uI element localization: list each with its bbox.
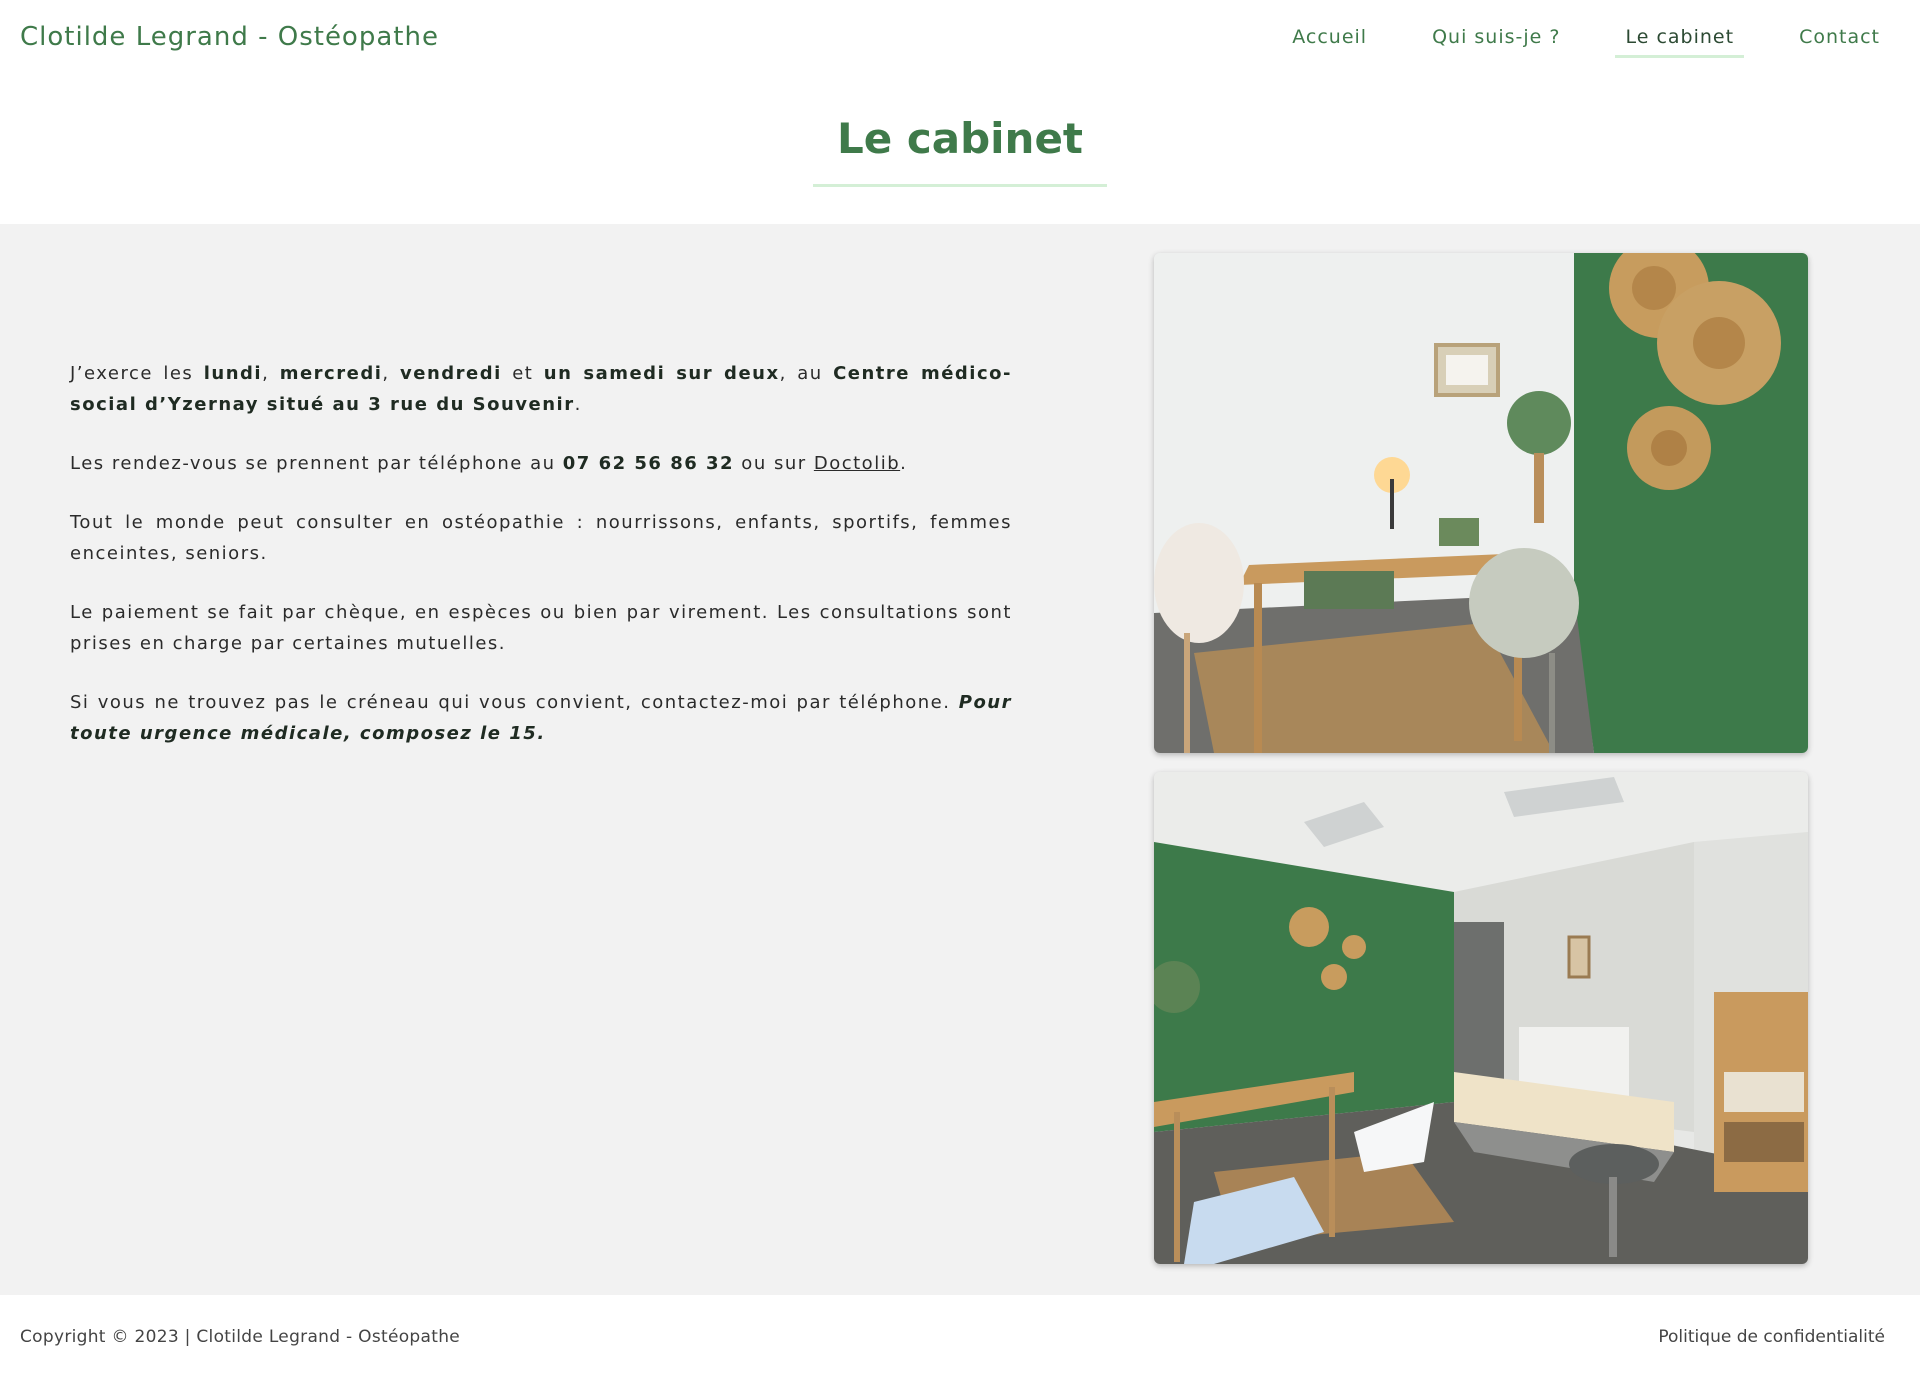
nav-accueil[interactable]: Accueil	[1282, 26, 1377, 58]
nav-contact[interactable]: Contact	[1789, 26, 1890, 58]
nav-le-cabinet[interactable]: Le cabinet	[1615, 26, 1744, 58]
cabinet-section: J’exerce les lundi, mercredi, vendredi e…	[0, 224, 1920, 1295]
site-header: Clotilde Legrand - Ostéopathe Accueil Qu…	[0, 0, 1920, 78]
privacy-policy-link[interactable]: Politique de confidentialité	[1658, 1327, 1885, 1347]
page-title: Le cabinet	[836, 114, 1084, 163]
cabinet-photo-desk	[1154, 253, 1808, 753]
cabinet-photo-room	[1154, 772, 1808, 1264]
cabinet-text: J’exerce les lundi, mercredi, vendredi e…	[70, 358, 1012, 777]
payment-paragraph: Le paiement se fait par chèque, en espèc…	[70, 602, 1012, 654]
patients-paragraph: Tout le monde peut consulter en ostéopat…	[70, 512, 1012, 564]
site-footer: Copyright © 2023 | Clotilde Legrand - Os…	[0, 1295, 1920, 1381]
page-title-section: Le cabinet	[0, 78, 1920, 224]
doctolib-link[interactable]: Doctolib	[814, 453, 900, 474]
site-brand[interactable]: Clotilde Legrand - Ostéopathe	[20, 22, 439, 52]
appointment-paragraph: Les rendez-vous se prennent par téléphon…	[70, 453, 908, 474]
schedule-paragraph: J’exerce les lundi, mercredi, vendredi e…	[70, 363, 1012, 415]
title-underline	[813, 184, 1107, 187]
nav-qui-suis-je[interactable]: Qui suis-je ?	[1422, 26, 1570, 58]
copyright-text: Copyright © 2023 | Clotilde Legrand - Os…	[20, 1327, 461, 1347]
phone-number: 07 62 56 86 32	[562, 453, 735, 474]
main-nav: Accueil Qui suis-je ? Le cabinet Contact	[1237, 26, 1890, 58]
contact-paragraph: Si vous ne trouvez pas le créneau qui vo…	[70, 692, 1012, 744]
